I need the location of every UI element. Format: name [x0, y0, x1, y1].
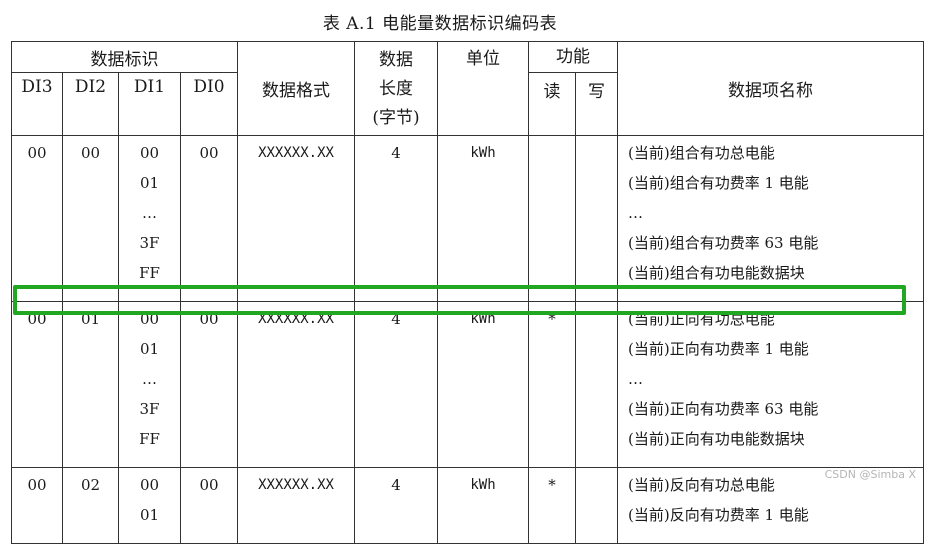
cell-unit: kWh	[437, 467, 529, 544]
cell-format: XXXXXX.XX	[237, 135, 355, 302]
cell-length: 4	[354, 135, 438, 302]
item-name: (当前)反向有功总电能	[628, 476, 775, 494]
di1-value: …	[142, 204, 157, 222]
header-data-id: 数据标识	[11, 41, 238, 73]
cell-di0: 00	[180, 467, 238, 544]
cell-write	[575, 135, 618, 302]
cell-di0: 00	[180, 135, 238, 302]
cell-length: 4	[354, 467, 438, 544]
cell-format: XXXXXX.XX	[237, 467, 355, 544]
table-row: 00 02 00 01 00 XXXXXX.XX 4 kWh * (当前)反向有…	[11, 467, 924, 544]
header-unit: 单位	[437, 41, 529, 136]
cell-write	[575, 467, 618, 544]
di1-value: 00	[139, 144, 160, 162]
table-row: 00 00 00 01 … 3F FF 00 XXXXXX.XX 4 kWh (…	[11, 135, 924, 302]
header-length: 数据 长度 (字节)	[354, 41, 438, 136]
item-name: (当前)正向有功电能数据块	[628, 430, 805, 448]
header-di0: DI0	[180, 72, 238, 136]
header-name: 数据项名称	[617, 41, 924, 136]
item-name: (当前)组合有功费率 63 电能	[628, 234, 819, 252]
header-function: 功能	[528, 41, 618, 73]
cell-read: *	[528, 467, 576, 544]
cell-format: XXXXXX.XX	[237, 301, 355, 468]
cell-di2: 02	[62, 467, 119, 544]
di1-value: FF	[139, 430, 160, 448]
di1-value: …	[142, 370, 157, 388]
header-di2: DI2	[62, 72, 119, 136]
cell-item-name: (当前)组合有功总电能 (当前)组合有功费率 1 电能 … (当前)组合有功费率…	[617, 135, 924, 302]
item-name: …	[628, 204, 643, 222]
header-di3: DI3	[11, 72, 63, 136]
item-name: (当前)组合有功总电能	[628, 144, 775, 162]
cell-di0: 00	[180, 301, 238, 468]
cell-read	[528, 135, 576, 302]
cell-unit: kWh	[437, 301, 529, 468]
di1-value: 01	[139, 174, 160, 192]
item-name: (当前)反向有功费率 1 电能	[628, 506, 809, 524]
item-name: (当前)正向有功费率 63 电能	[628, 400, 819, 418]
table-row: 00 01 00 01 … 3F FF 00 XXXXXX.XX 4 kWh *…	[11, 301, 924, 468]
cell-di3: 00	[11, 467, 63, 544]
cell-unit: kWh	[437, 135, 529, 302]
header-write: 写	[575, 72, 618, 136]
header-format: 数据格式	[237, 41, 355, 136]
cell-di1: 00 01	[118, 467, 181, 544]
di1-value: 3F	[139, 400, 160, 418]
header-length-line3: (字节)	[372, 108, 420, 128]
cell-di2: 01	[62, 301, 119, 468]
item-name: (当前)正向有功费率 1 电能	[628, 340, 809, 358]
cell-di3: 00	[11, 135, 63, 302]
item-name: (当前)正向有功总电能	[628, 310, 775, 328]
cell-di1: 00 01 … 3F FF	[118, 135, 181, 302]
cell-di3: 00	[11, 301, 63, 468]
energy-data-id-table: 数据标识 数据格式 数据 长度 (字节) 单位 功能 数据项名称 DI3 DI2…	[11, 41, 924, 544]
header-length-line1: 数据	[379, 50, 413, 70]
table-caption: 表 A.1 电能量数据标识编码表	[322, 14, 558, 34]
cell-read: *	[528, 301, 576, 468]
di1-value: 00	[139, 476, 160, 494]
di1-value: 01	[139, 340, 160, 358]
item-name: …	[628, 370, 643, 388]
cell-item-name: (当前)正向有功总电能 (当前)正向有功费率 1 电能 … (当前)正向有功费率…	[617, 301, 924, 468]
item-name: (当前)组合有功电能数据块	[628, 264, 805, 282]
di1-value: 01	[139, 506, 160, 524]
item-name: (当前)组合有功费率 1 电能	[628, 174, 809, 192]
header-di1: DI1	[118, 72, 181, 136]
cell-length: 4	[354, 301, 438, 468]
cell-di2: 00	[62, 135, 119, 302]
di1-value: 3F	[139, 234, 160, 252]
cell-write	[575, 301, 618, 468]
header-read: 读	[528, 72, 576, 136]
cell-di1: 00 01 … 3F FF	[118, 301, 181, 468]
di1-value: 00	[139, 310, 160, 328]
header-length-line2: 长度	[379, 79, 413, 99]
di1-value: FF	[139, 264, 160, 282]
watermark: CSDN @Simba X	[824, 468, 916, 481]
